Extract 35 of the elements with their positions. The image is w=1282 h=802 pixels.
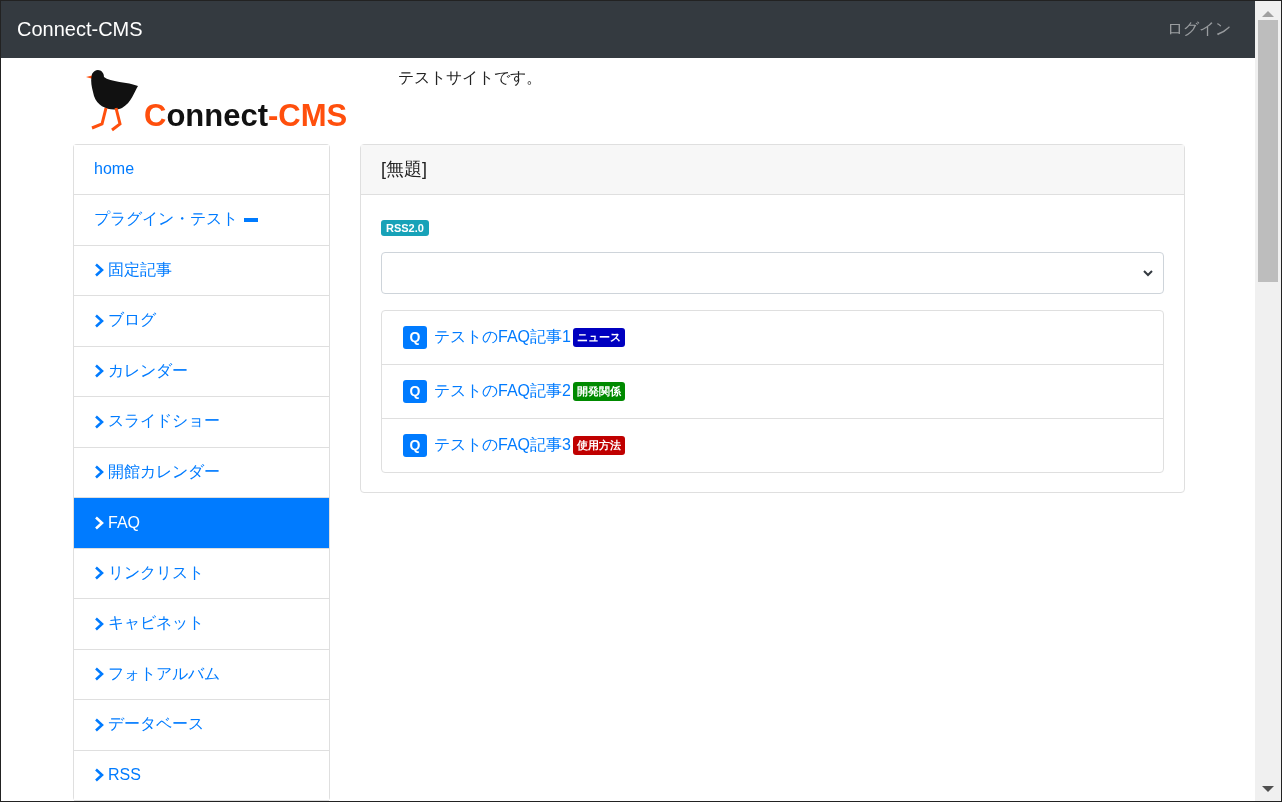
chevron-down-icon — [1143, 268, 1153, 277]
chevron-right-icon — [94, 515, 104, 530]
question-icon: Q — [403, 325, 427, 349]
chevron-right-icon — [94, 566, 104, 581]
menu-item[interactable]: FAQ — [74, 498, 329, 549]
scroll-down-icon — [1262, 785, 1274, 793]
minus-icon — [244, 217, 258, 222]
chevron-right-icon — [94, 717, 104, 732]
question-icon: Q — [403, 379, 427, 403]
panel-title: [無題] — [381, 158, 427, 181]
menu-item[interactable]: home — [74, 144, 329, 195]
scrollbar-thumb[interactable] — [1258, 20, 1278, 282]
logo-text: Connect-CMS — [144, 98, 348, 134]
category-tag: 使用方法 — [572, 435, 625, 455]
chevron-right-icon — [94, 616, 104, 631]
chevron-right-icon — [94, 364, 104, 379]
chevron-right-icon — [94, 313, 104, 328]
category-tag: 開発関係 — [572, 381, 625, 401]
scrollbar[interactable] — [1255, 1, 1281, 801]
scroll-up-icon — [1262, 10, 1274, 18]
chevron-right-icon — [94, 768, 104, 783]
chevron-right-icon — [94, 263, 104, 278]
rss-badge[interactable]: RSS2.0 — [381, 219, 429, 236]
faq-link[interactable]: テストのFAQ記事1 — [434, 326, 571, 348]
category-tag: ニュース — [572, 327, 625, 347]
site-tagline: テストサイトです。 — [398, 68, 542, 88]
question-icon: Q — [403, 433, 427, 457]
category-select[interactable] — [381, 251, 1164, 294]
faq-link[interactable]: テストのFAQ記事2 — [434, 380, 571, 402]
chevron-right-icon — [94, 414, 104, 429]
site-brand[interactable]: Connect-CMS — [17, 18, 143, 41]
chevron-right-icon — [94, 667, 104, 682]
faq-link[interactable]: テストのFAQ記事3 — [434, 434, 571, 456]
login-link[interactable]: ログイン — [1167, 19, 1231, 40]
chevron-right-icon — [94, 465, 104, 480]
